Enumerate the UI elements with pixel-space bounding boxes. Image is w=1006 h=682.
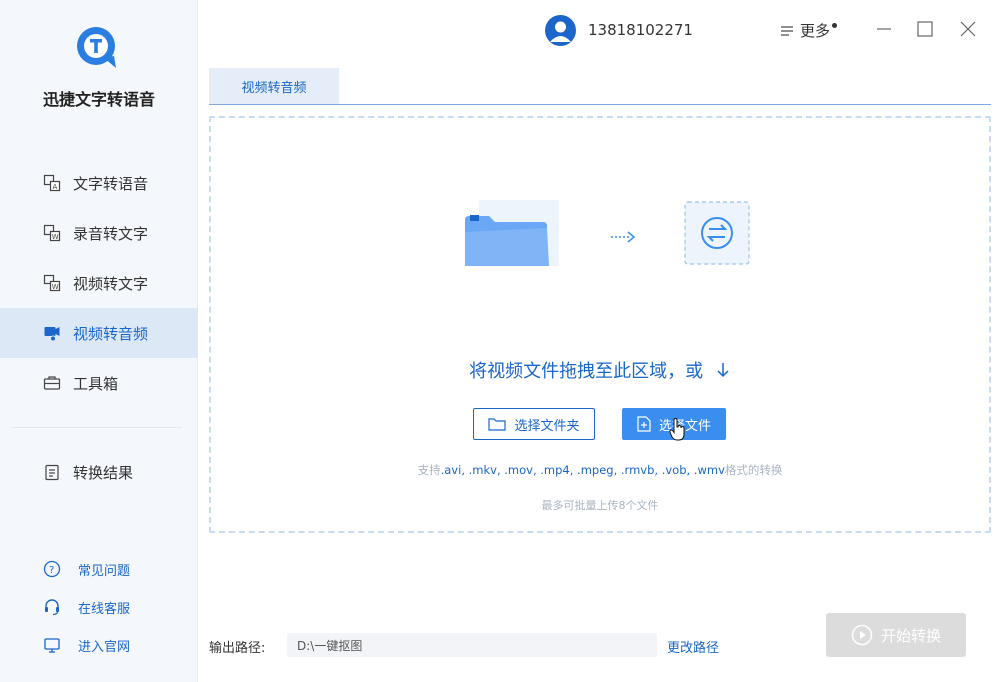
official-site-link[interactable]: 进入官网 — [0, 626, 198, 664]
sidebar-item-label: 文字转语音 — [73, 174, 149, 193]
start-convert-button[interactable]: 开始转换 — [826, 613, 966, 657]
monitor-icon — [42, 635, 62, 655]
tab-video-to-audio[interactable]: 视频转音频 — [209, 68, 339, 104]
support-prefix: 支持 — [417, 463, 441, 477]
upload-limit: 最多可批量上传8个文件 — [541, 499, 659, 512]
sidebar-item-video-to-text[interactable]: W 视频转文字 — [0, 258, 198, 308]
sidebar-divider — [12, 427, 182, 428]
result-icon — [42, 462, 62, 482]
link-label: 在线客服 — [78, 601, 131, 617]
start-convert-label: 开始转换 — [880, 626, 941, 645]
video-to-text-icon: W — [42, 273, 62, 293]
hand-cursor-icon — [669, 417, 687, 446]
maximize-icon[interactable] — [914, 18, 936, 40]
sidebar-item-label: 录音转文字 — [73, 224, 149, 243]
app-logo-icon — [74, 24, 122, 72]
add-file-icon — [637, 416, 651, 432]
link-label: 进入官网 — [78, 639, 131, 655]
more-label: 更多 — [800, 22, 831, 40]
minimize-icon[interactable] — [873, 18, 895, 40]
headset-icon — [42, 597, 62, 617]
sidebar-item-toolbox[interactable]: 工具箱 — [0, 358, 198, 408]
drop-illustration — [463, 198, 763, 282]
select-folder-label: 选择文件夹 — [514, 418, 580, 434]
folder-icon — [488, 416, 507, 432]
sidebar-item-video-to-audio[interactable]: 视频转音频 — [0, 308, 198, 358]
menu-icon — [780, 24, 794, 38]
sidebar-item-recording-to-text[interactable]: W 录音转文字 — [0, 208, 198, 258]
link-label: 常见问题 — [78, 563, 131, 579]
tab-underline — [209, 104, 991, 105]
app-name: 迅捷文字转语音 — [42, 90, 155, 109]
output-path-field[interactable]: D:\一键抠图 — [287, 633, 657, 657]
change-path-link[interactable]: 更改路径 — [667, 637, 719, 656]
sidebar-item-label: 工具箱 — [73, 374, 119, 393]
play-icon — [851, 624, 873, 646]
sidebar-item-text-to-speech[interactable]: A 文字转语音 — [0, 158, 198, 208]
user-phone[interactable]: 13818102271 — [588, 21, 693, 39]
toolbox-icon — [42, 373, 62, 393]
avatar[interactable] — [545, 15, 576, 46]
arrow-down-icon — [715, 361, 731, 384]
close-icon[interactable] — [957, 18, 979, 40]
support-formats: .avi, .mkv, .mov, .mp4, .mpeg, .rmvb, .v… — [440, 463, 725, 477]
output-path-label: 输出路径: — [209, 641, 266, 656]
support-suffix: 格式的转换 — [724, 463, 783, 477]
video-to-audio-icon — [42, 323, 62, 343]
sidebar-item-results[interactable]: 转换结果 — [0, 447, 198, 497]
drop-prompt-text: 将视频文件拖拽至此区域，或 — [469, 361, 704, 382]
drop-prompt: 将视频文件拖拽至此区域，或 — [209, 357, 991, 384]
svg-text:W: W — [52, 283, 59, 291]
sidebar-nav: A 文字转语音 W 录音转文字 W 视频转文字 视频转音频 工具箱 — [0, 158, 198, 408]
help-links: ? 常见问题 在线客服 进入官网 — [0, 550, 198, 664]
notification-dot — [832, 23, 838, 28]
svg-text:?: ? — [49, 565, 54, 576]
sidebar: 迅捷文字转语音 A 文字转语音 W 录音转文字 W 视频转文字 视频转音频 工具… — [0, 0, 198, 682]
recording-to-text-icon: W — [42, 223, 62, 243]
sidebar-item-label: 视频转文字 — [73, 274, 149, 293]
faq-link[interactable]: ? 常见问题 — [0, 550, 198, 588]
text-to-speech-icon: A — [42, 173, 62, 193]
more-menu[interactable]: 更多 — [780, 20, 838, 41]
svg-text:W: W — [52, 233, 59, 241]
sidebar-item-label: 转换结果 — [73, 463, 134, 482]
select-folder-button[interactable]: 选择文件夹 — [473, 408, 595, 440]
online-service-link[interactable]: 在线客服 — [0, 588, 198, 626]
sidebar-item-label: 视频转音频 — [73, 324, 149, 343]
question-icon: ? — [42, 559, 62, 579]
svg-text:A: A — [53, 183, 58, 191]
supported-formats: 支持.avi, .mkv, .mov, .mp4, .mpeg, .rmvb, … — [209, 462, 991, 478]
